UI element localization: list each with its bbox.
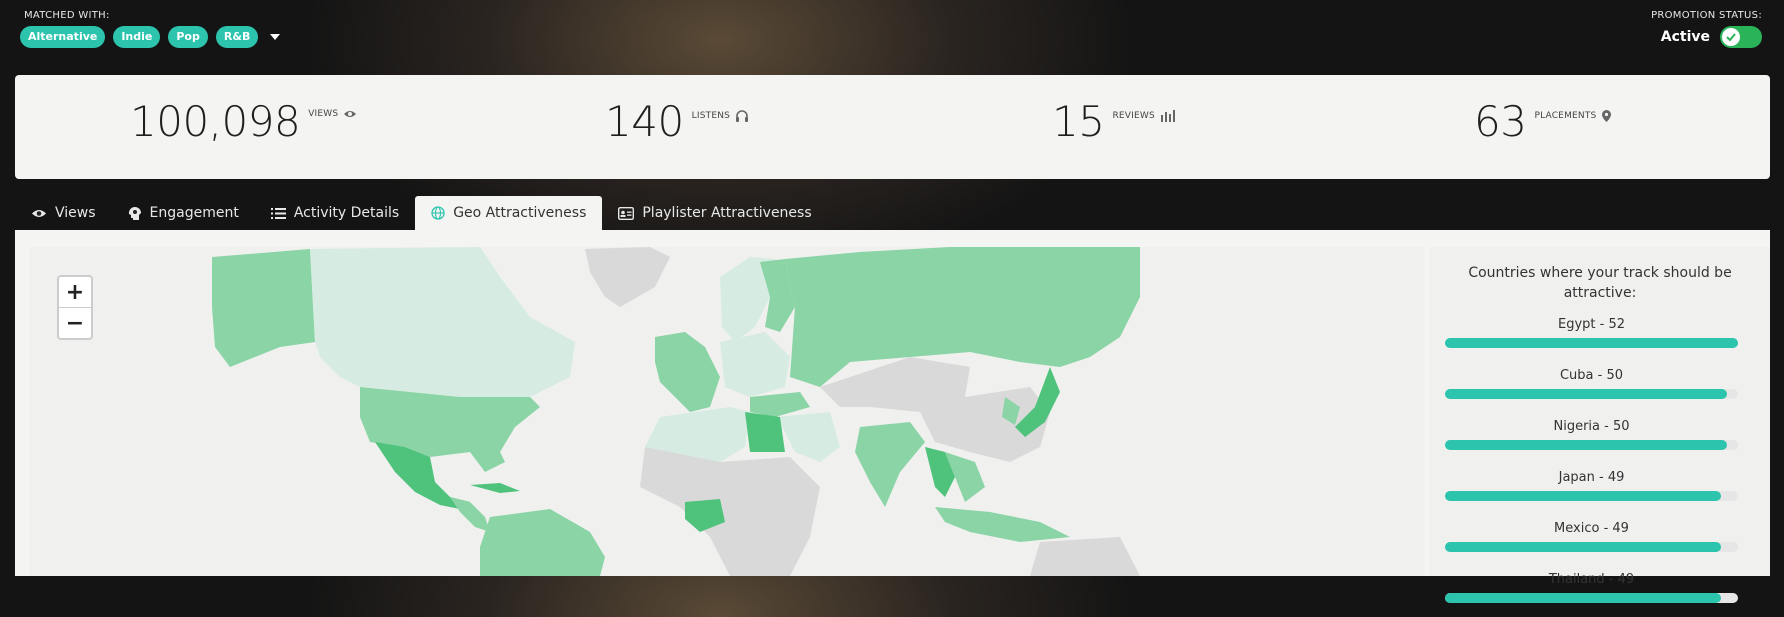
ranking-title: Countries where your track should be att… [1468,265,1732,301]
score-bar [1445,338,1738,348]
country-item: Cuba - 50 [1445,368,1738,413]
stat-value: 140 [605,97,684,146]
score-bar [1445,593,1722,603]
geo-panel: + − Countries where your track should be… [15,230,1770,603]
stats-card: 100,098 VIEWS 140 LISTENS 15 REVIEWS 63 … [15,75,1770,179]
country-ranking-panel: Countries where your track should be att… [1430,247,1770,603]
stat-views: 100,098 VIEWS [130,97,357,147]
eye-icon [32,209,46,217]
globe-icon [431,206,445,220]
check-icon [1726,33,1736,42]
map-region-cuba [470,483,520,493]
bar-chart-icon [1160,110,1175,122]
eye-icon [344,111,357,117]
score-bar [1445,542,1722,552]
top-bar: MATCHED WITH: Alternative Indie Pop R&B … [0,0,1784,74]
genre-tag[interactable]: R&B [215,26,259,48]
stat-placements: 63 PLACEMENTS [1474,97,1612,147]
country-label: Thailand - 49 [1548,572,1635,587]
tab-engagement[interactable]: Engagement [112,196,255,230]
list-icon [270,207,286,219]
score-bar [1445,491,1722,501]
map-region-central-america [450,497,490,532]
map-region-indonesia [935,507,1070,542]
promotion-toggle[interactable] [1720,26,1762,48]
genre-tag[interactable]: Indie [113,26,161,48]
genre-tags: Alternative Indie Pop R&B [20,26,281,48]
stat-label: PLACEMENTS [1534,111,1597,121]
stat-value: 15 [1052,97,1105,146]
tab-label: Playlister Attractiveness [642,205,812,221]
country-label: Cuba - 50 [1559,368,1624,383]
status-text: Active [1660,29,1710,45]
score-track [1445,542,1738,552]
matched-with-label: MATCHED WITH: [24,10,110,21]
id-card-icon [618,206,635,220]
genre-tag[interactable]: Alternative [20,26,106,48]
map-region-middle-east [775,412,840,462]
country-list: Egypt - 52 Cuba - 50 Nigeria - 50 Japan … [1430,317,1770,617]
country-item: Egypt - 52 [1445,317,1738,362]
stat-reviews: 15 REVIEWS [1052,97,1175,147]
score-track [1445,593,1738,603]
map-region-south-america [480,509,605,576]
stat-value: 100,098 [130,97,301,146]
genre-tag[interactable]: Pop [168,26,208,48]
map-region-africa [640,447,820,576]
stat-label: REVIEWS [1112,110,1155,121]
tab-views[interactable]: Views [15,196,112,230]
country-label: Japan - 49 [1558,470,1625,485]
map-region-canada [310,247,575,397]
map-zoom-control: + − [57,275,93,340]
score-bar [1445,440,1727,450]
tab-label: Views [55,205,96,221]
score-track [1445,338,1738,348]
map-pin-icon [1602,110,1612,122]
chevron-down-icon[interactable] [270,34,281,40]
promotion-status-label: PROMOTION STATUS: [1651,10,1762,21]
country-item: Mexico - 49 [1445,521,1738,566]
tab-bar: Views Engagement Activity Details Geo At… [15,196,828,230]
score-bar [1445,389,1727,399]
country-label: Mexico - 49 [1554,521,1629,536]
stat-label: LISTENS [691,110,731,121]
map-region-alaska [212,249,315,367]
map-region-australia [1030,537,1140,576]
map-region-greenland [585,247,670,307]
map-region-turkey [750,392,810,417]
country-label: Nigeria - 50 [1553,419,1630,434]
zoom-in-button[interactable]: + [59,277,91,308]
headphones-icon [736,110,749,122]
tab-activity-details[interactable]: Activity Details [255,196,415,230]
country-item: Japan - 49 [1445,470,1738,515]
score-track [1445,389,1738,399]
score-track [1445,440,1738,450]
map-region-egypt [745,412,785,452]
world-map-svg [212,247,1140,576]
tab-geo-attractiveness[interactable]: Geo Attractiveness [415,196,603,230]
world-map[interactable]: + − [30,247,1424,576]
stat-listens: 140 LISTENS [605,97,749,147]
brain-icon [128,206,141,220]
stat-value: 63 [1474,97,1527,146]
toggle-knob [1722,28,1740,46]
map-region-eastern-europe [720,332,790,397]
tab-playlister-attractiveness[interactable]: Playlister Attractiveness [602,196,827,230]
zoom-out-button[interactable]: − [59,308,91,338]
stat-label: VIEWS [308,109,339,119]
map-region-india [855,422,925,507]
tab-label: Activity Details [293,205,400,221]
country-label: Egypt - 52 [1557,317,1625,332]
country-item: Nigeria - 50 [1445,419,1738,464]
tab-label: Engagement [149,205,239,221]
tab-label: Geo Attractiveness [453,205,587,221]
promotion-status: Active [1661,26,1762,48]
score-track [1445,491,1738,501]
country-item: Thailand - 49 [1445,572,1738,617]
map-region-western-europe [655,332,720,412]
